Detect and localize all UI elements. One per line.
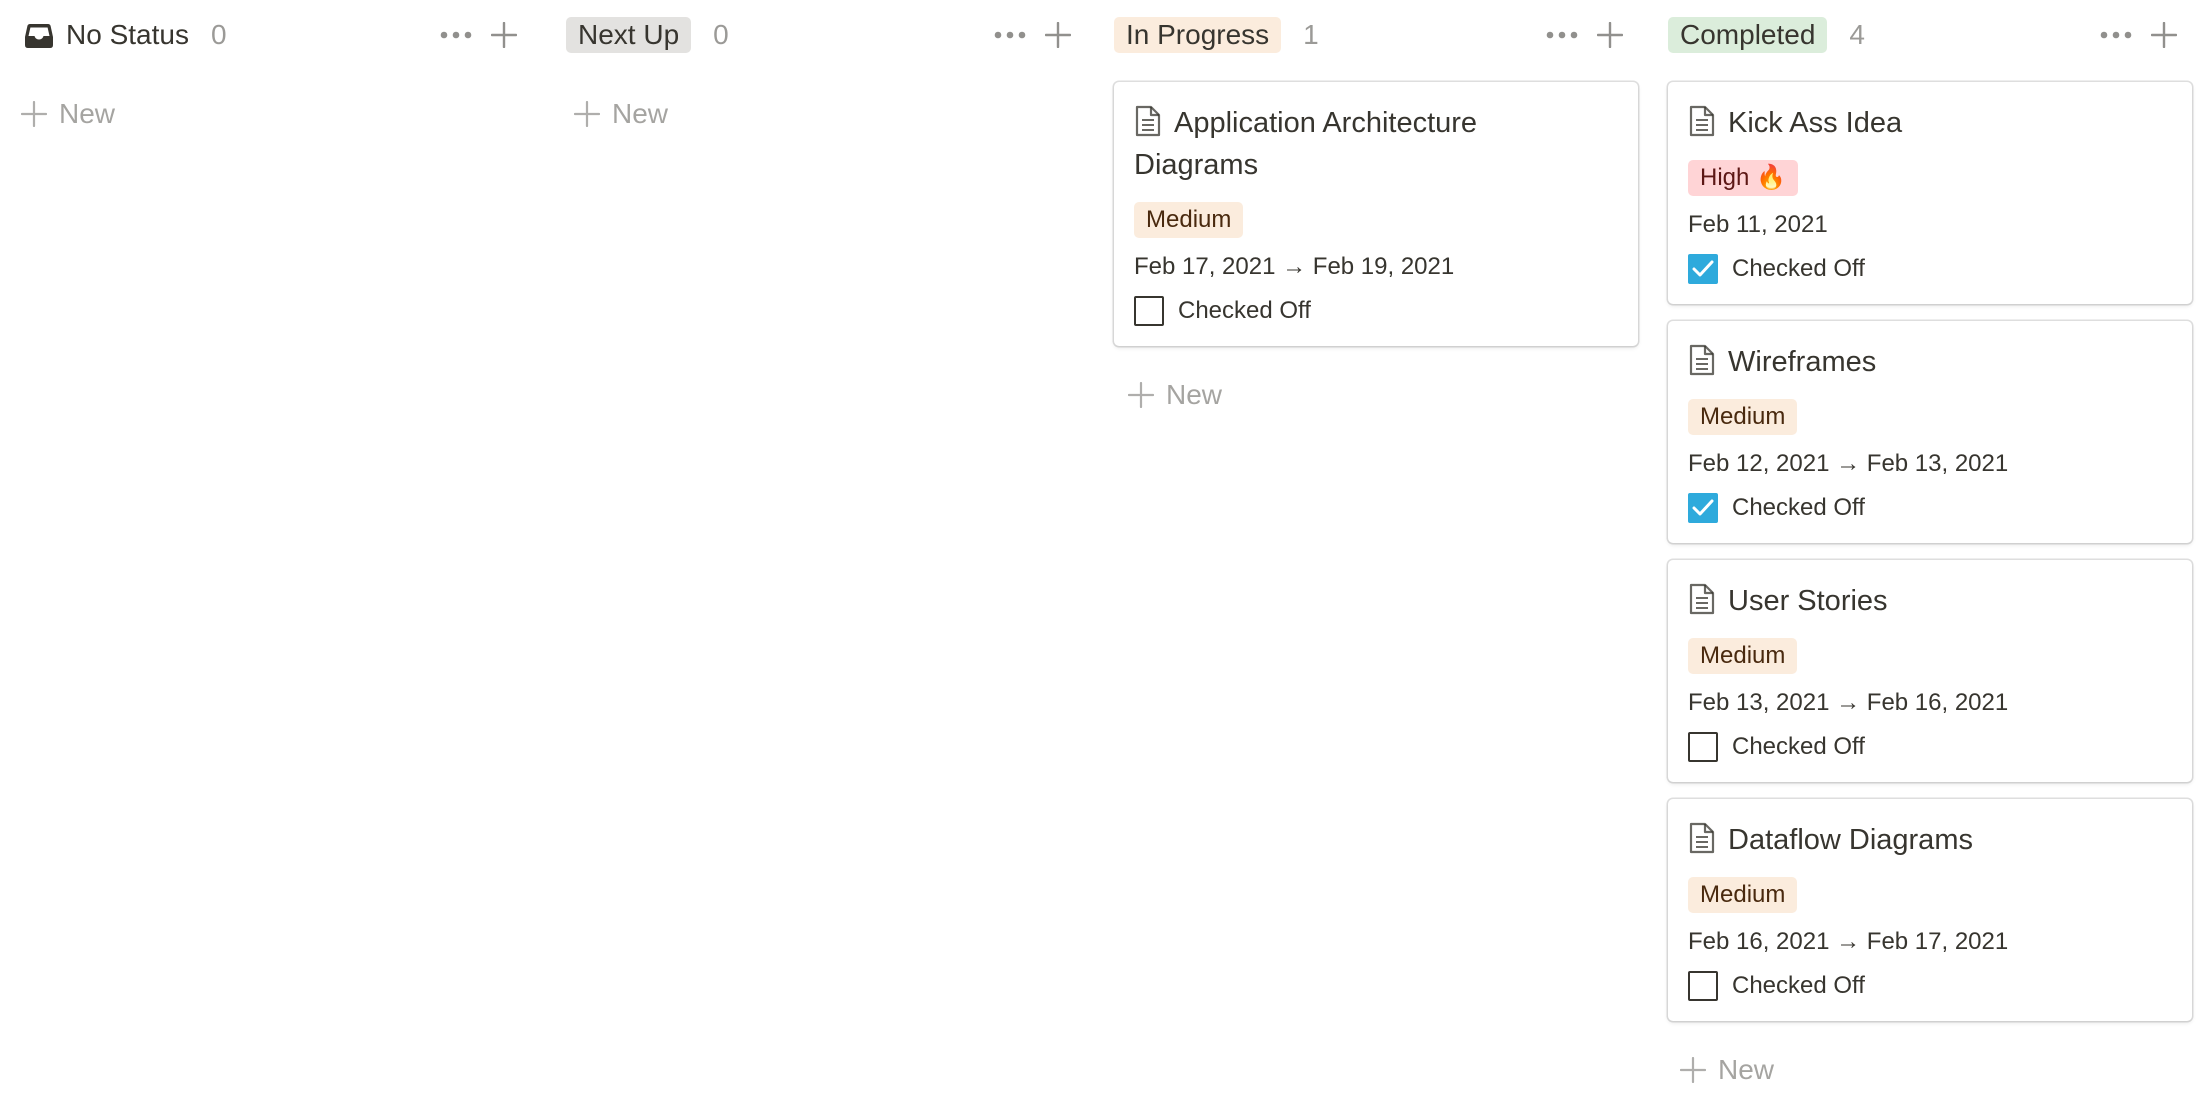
checkbox-label: Checked Off	[1732, 733, 1865, 760]
checkbox[interactable]	[1688, 732, 1718, 762]
column-header: In Progress 1	[1114, 12, 1644, 58]
add-card-icon[interactable]	[1590, 15, 1630, 55]
card-title: Application Architecture Diagrams	[1134, 102, 1598, 186]
add-card-icon[interactable]	[1038, 15, 1078, 55]
column-status-label: Next Up	[566, 17, 692, 53]
priority-tag: Medium	[1134, 202, 1244, 238]
card-title: Kick Ass Idea	[1688, 102, 2152, 144]
document-icon	[1689, 105, 1715, 137]
column-title[interactable]: No Status 0	[24, 12, 227, 58]
priority-tag: Medium	[1688, 877, 1798, 913]
checkbox[interactable]	[1134, 296, 1164, 326]
column-actions	[1542, 12, 1630, 58]
new-card-label: New	[59, 98, 116, 129]
new-card-label: New	[612, 98, 669, 129]
checkbox-property: Checked Off	[1688, 730, 1865, 764]
new-card-button[interactable]: New	[1128, 375, 1222, 415]
checkbox-property: Checked Off	[1688, 491, 1865, 525]
plus-icon	[1128, 382, 1154, 408]
checkbox[interactable]	[1688, 254, 1718, 284]
more-options-icon[interactable]	[436, 15, 476, 55]
add-card-icon[interactable]	[484, 15, 524, 55]
column-count: 1	[1303, 19, 1319, 50]
checkbox-label: Checked Off	[1732, 494, 1865, 521]
plus-icon	[1680, 1057, 1706, 1083]
priority-tag: High 🔥	[1688, 160, 1798, 196]
checkmark-icon	[1692, 499, 1714, 516]
add-card-icon[interactable]	[2144, 15, 2184, 55]
new-card-label: New	[1166, 379, 1223, 410]
column-header: Next Up 0	[566, 12, 1096, 58]
more-options-icon[interactable]	[1542, 15, 1582, 55]
card-title-text: Application Architecture Diagrams	[1134, 107, 1478, 181]
document-icon	[1689, 822, 1715, 854]
kanban-board: No Status 0 New Next Up 0 New In Progres…	[0, 0, 2212, 1094]
checkbox-label: Checked Off	[1178, 297, 1311, 324]
column-title[interactable]: Next Up 0	[566, 12, 729, 58]
new-card-button[interactable]: New	[1680, 1050, 1774, 1090]
column-title[interactable]: In Progress 1	[1114, 12, 1319, 58]
date-range: Feb 13, 2021 → Feb 16, 2021	[1688, 689, 2009, 716]
checkbox-property: Checked Off	[1688, 252, 1865, 286]
column-header: Completed 4	[1668, 12, 2198, 58]
card-title-text: Kick Ass Idea	[1728, 107, 1903, 139]
column-status-label: In Progress	[1114, 17, 1282, 53]
date-range: Feb 17, 2021 → Feb 19, 2021	[1134, 253, 1455, 280]
column-count: 0	[210, 19, 227, 50]
column-count: 4	[1849, 19, 1865, 50]
card-title-text: Wireframes	[1728, 346, 1877, 378]
checkbox[interactable]	[1688, 971, 1718, 1001]
document-icon	[1689, 344, 1715, 376]
date-range: Feb 11, 2021	[1688, 211, 1828, 238]
more-options-icon[interactable]	[990, 15, 1030, 55]
plus-icon	[574, 101, 600, 127]
new-card-label: New	[1718, 1054, 1775, 1085]
checkbox-label: Checked Off	[1732, 255, 1865, 282]
checkmark-icon	[1692, 260, 1714, 277]
checkbox-label: Checked Off	[1732, 972, 1865, 999]
date-range: Feb 12, 2021 → Feb 13, 2021	[1688, 450, 2009, 477]
task-card[interactable]: Application Architecture Diagrams Medium…	[1114, 82, 1638, 346]
new-card-button[interactable]: New	[574, 94, 668, 134]
column-count: 0	[713, 19, 729, 50]
checkbox-property: Checked Off	[1134, 294, 1311, 328]
card-title: Wireframes	[1688, 341, 2152, 383]
document-icon	[1135, 105, 1161, 137]
checkbox-property: Checked Off	[1688, 969, 1865, 1003]
column-actions	[2096, 12, 2184, 58]
task-card[interactable]: User Stories Medium Feb 13, 2021 → Feb 1…	[1668, 560, 2192, 782]
checkbox[interactable]	[1688, 493, 1718, 523]
document-icon	[1689, 583, 1715, 615]
card-title: Dataflow Diagrams	[1688, 819, 2152, 861]
column-header: No Status 0	[24, 12, 554, 58]
column-title[interactable]: Completed 4	[1668, 12, 1865, 58]
task-card[interactable]: Wireframes Medium Feb 12, 2021 → Feb 13,…	[1668, 321, 2192, 543]
card-title-text: User Stories	[1728, 585, 1888, 617]
card-title-text: Dataflow Diagrams	[1728, 824, 1973, 856]
card-title: User Stories	[1688, 580, 2152, 622]
column-actions	[990, 12, 1078, 58]
column-status-label: No Status	[66, 19, 189, 50]
task-card[interactable]: Dataflow Diagrams Medium Feb 16, 2021 → …	[1668, 799, 2192, 1021]
plus-icon	[21, 101, 47, 127]
column-status-label: Completed	[1668, 17, 1828, 53]
inbox-icon	[25, 24, 53, 48]
priority-tag: Medium	[1688, 638, 1798, 674]
new-card-button[interactable]: New	[21, 94, 115, 134]
more-options-icon[interactable]	[2096, 15, 2136, 55]
date-range: Feb 16, 2021 → Feb 17, 2021	[1688, 928, 2009, 955]
priority-tag: Medium	[1688, 399, 1798, 435]
task-card[interactable]: Kick Ass Idea High 🔥 Feb 11, 2021 Checke…	[1668, 82, 2192, 304]
column-actions	[436, 12, 524, 58]
